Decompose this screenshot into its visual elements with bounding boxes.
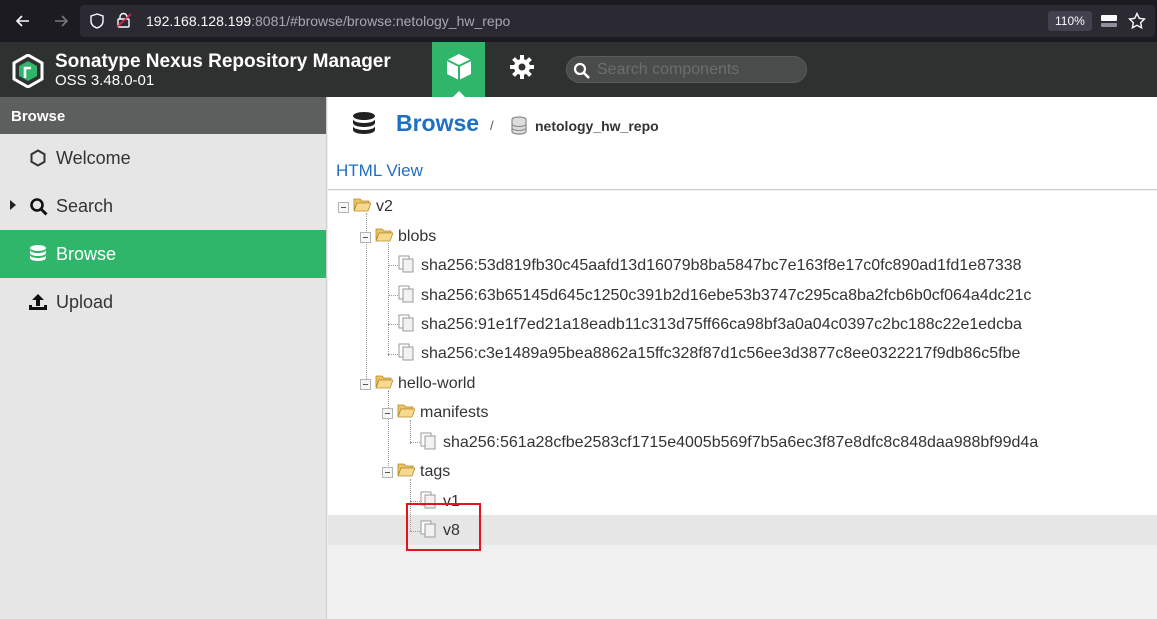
sidebar-item-label: Browse xyxy=(56,243,117,264)
shield-icon[interactable] xyxy=(90,13,104,34)
sidebar-item-search[interactable]: Search xyxy=(0,182,326,230)
tree-node-label: blobs xyxy=(398,228,437,245)
tree-line xyxy=(388,354,398,355)
upload-icon xyxy=(28,292,48,312)
breadcrumb-repo-name: netology_hw_repo xyxy=(535,118,659,134)
breadcrumb-separator: / xyxy=(490,118,494,133)
tree-node-label: sha256:63b65145d645c1250c391b2d16ebe53b3… xyxy=(421,287,1032,304)
tree-line xyxy=(410,501,420,502)
open-folder-icon xyxy=(397,403,416,423)
admin-mode-button[interactable] xyxy=(495,42,548,97)
sidebar-header: Browse xyxy=(0,97,326,134)
tree-line xyxy=(388,243,389,356)
tree-node-manifest[interactable]: sha256:561a28cfbe2583cf1715e4005b569f7b5… xyxy=(420,432,1039,455)
open-folder-icon xyxy=(375,374,394,394)
reader-view-icon[interactable] xyxy=(1100,13,1118,34)
search-components-field[interactable] xyxy=(566,56,807,83)
tree-node-blob[interactable]: sha256:91e1f7ed21a18eadb11c313d75ff66ca9… xyxy=(398,314,1022,337)
breadcrumb-browse-link[interactable]: Browse xyxy=(396,110,479,137)
cube-icon xyxy=(446,53,472,86)
url-host: 192.168.128.199 xyxy=(146,13,252,29)
gear-icon xyxy=(509,54,535,85)
file-stack-icon xyxy=(398,314,416,337)
app-header: Sonatype Nexus Repository Manager OSS 3.… xyxy=(0,42,1157,97)
tree-node-blobs[interactable]: blobs xyxy=(360,227,436,247)
open-folder-icon xyxy=(397,462,416,482)
collapse-toggle-icon[interactable] xyxy=(360,378,371,390)
file-stack-icon xyxy=(398,255,416,278)
repository-icon xyxy=(511,116,527,140)
search-icon xyxy=(28,196,48,216)
html-view-bar: HTML View xyxy=(328,153,1157,190)
url-text[interactable]: 192.168.128.199:8081/#browse/browse:neto… xyxy=(146,13,510,29)
sidebar-item-upload[interactable]: Upload xyxy=(0,278,326,326)
tree-node-label: sha256:53d819fb30c45aafd13d16079b8ba5847… xyxy=(421,257,1022,274)
red-highlight-box xyxy=(406,503,481,551)
collapse-toggle-icon[interactable] xyxy=(382,407,393,419)
tree-node-tags[interactable]: tags xyxy=(382,462,450,482)
tree-node-blob[interactable]: sha256:63b65145d645c1250c391b2d16ebe53b3… xyxy=(398,285,1032,308)
collapse-toggle-icon[interactable] xyxy=(382,466,393,478)
tree-node-blob[interactable]: sha256:c3e1489a95bea8862a15ffc328f87d1c5… xyxy=(398,343,1021,366)
database-icon xyxy=(352,111,376,142)
sidebar-item-browse[interactable]: Browse xyxy=(0,230,326,278)
breadcrumb: Browse / netology_hw_repo xyxy=(328,97,1157,153)
tree-line xyxy=(388,265,398,266)
open-folder-icon xyxy=(353,197,372,217)
tree-node-label: sha256:561a28cfbe2583cf1715e4005b569f7b5… xyxy=(443,434,1039,451)
file-stack-icon xyxy=(420,432,438,455)
tree-node-manifests[interactable]: manifests xyxy=(382,403,488,423)
html-view-link[interactable]: HTML View xyxy=(336,161,423,181)
forward-button[interactable] xyxy=(50,10,72,32)
sidebar-item-label: Search xyxy=(56,195,114,216)
file-stack-icon xyxy=(398,285,416,308)
tree-node-v2[interactable]: v2 xyxy=(338,197,393,217)
back-button[interactable] xyxy=(12,10,34,32)
tree-line xyxy=(388,295,398,296)
bookmark-star-icon[interactable] xyxy=(1127,11,1147,35)
sidebar-item-welcome[interactable]: Welcome xyxy=(0,134,326,182)
hexagon-icon xyxy=(28,148,48,168)
app-title: Sonatype Nexus Repository Manager xyxy=(55,51,391,72)
sidebar: Browse Welcome Search Browse Upload xyxy=(0,97,327,619)
tree-node-label: manifests xyxy=(420,404,489,421)
expand-arrow-icon[interactable] xyxy=(10,200,16,210)
database-icon xyxy=(28,244,48,264)
collapse-toggle-icon[interactable] xyxy=(338,201,349,213)
tree-line xyxy=(410,420,411,444)
zoom-level-badge[interactable]: 110% xyxy=(1048,11,1092,31)
tree-node-label: tags xyxy=(420,463,451,480)
tree-node-blob[interactable]: sha256:53d819fb30c45aafd13d16079b8ba5847… xyxy=(398,255,1022,278)
tree-line xyxy=(388,324,398,325)
open-folder-icon xyxy=(375,227,394,247)
tree-node-label: v2 xyxy=(376,198,393,215)
app-version: OSS 3.48.0-01 xyxy=(55,72,155,89)
search-icon xyxy=(573,62,590,84)
file-stack-icon xyxy=(398,343,416,366)
url-path: :8081/#browse/browse:netology_hw_repo xyxy=(251,13,511,29)
tree-node-label: sha256:c3e1489a95bea8862a15ffc328f87d1c5… xyxy=(421,345,1021,362)
browse-mode-button[interactable] xyxy=(432,42,485,97)
browser-toolbar: 192.168.128.199:8081/#browse/browse:neto… xyxy=(0,0,1157,42)
address-bar[interactable]: 192.168.128.199:8081/#browse/browse:neto… xyxy=(80,5,1155,37)
tree-node-label: sha256:91e1f7ed21a18eadb11c313d75ff66ca9… xyxy=(421,316,1022,333)
insecure-lock-icon[interactable] xyxy=(116,12,132,34)
search-input[interactable] xyxy=(597,60,797,80)
tree-node-label: hello-world xyxy=(398,375,476,392)
tree-node-hello-world[interactable]: hello-world xyxy=(360,374,475,394)
collapse-toggle-icon[interactable] xyxy=(360,231,371,243)
nexus-logo-icon[interactable] xyxy=(12,53,44,89)
sidebar-item-label: Welcome xyxy=(56,147,131,168)
sidebar-item-label: Upload xyxy=(56,291,114,312)
tree-line xyxy=(410,442,420,443)
